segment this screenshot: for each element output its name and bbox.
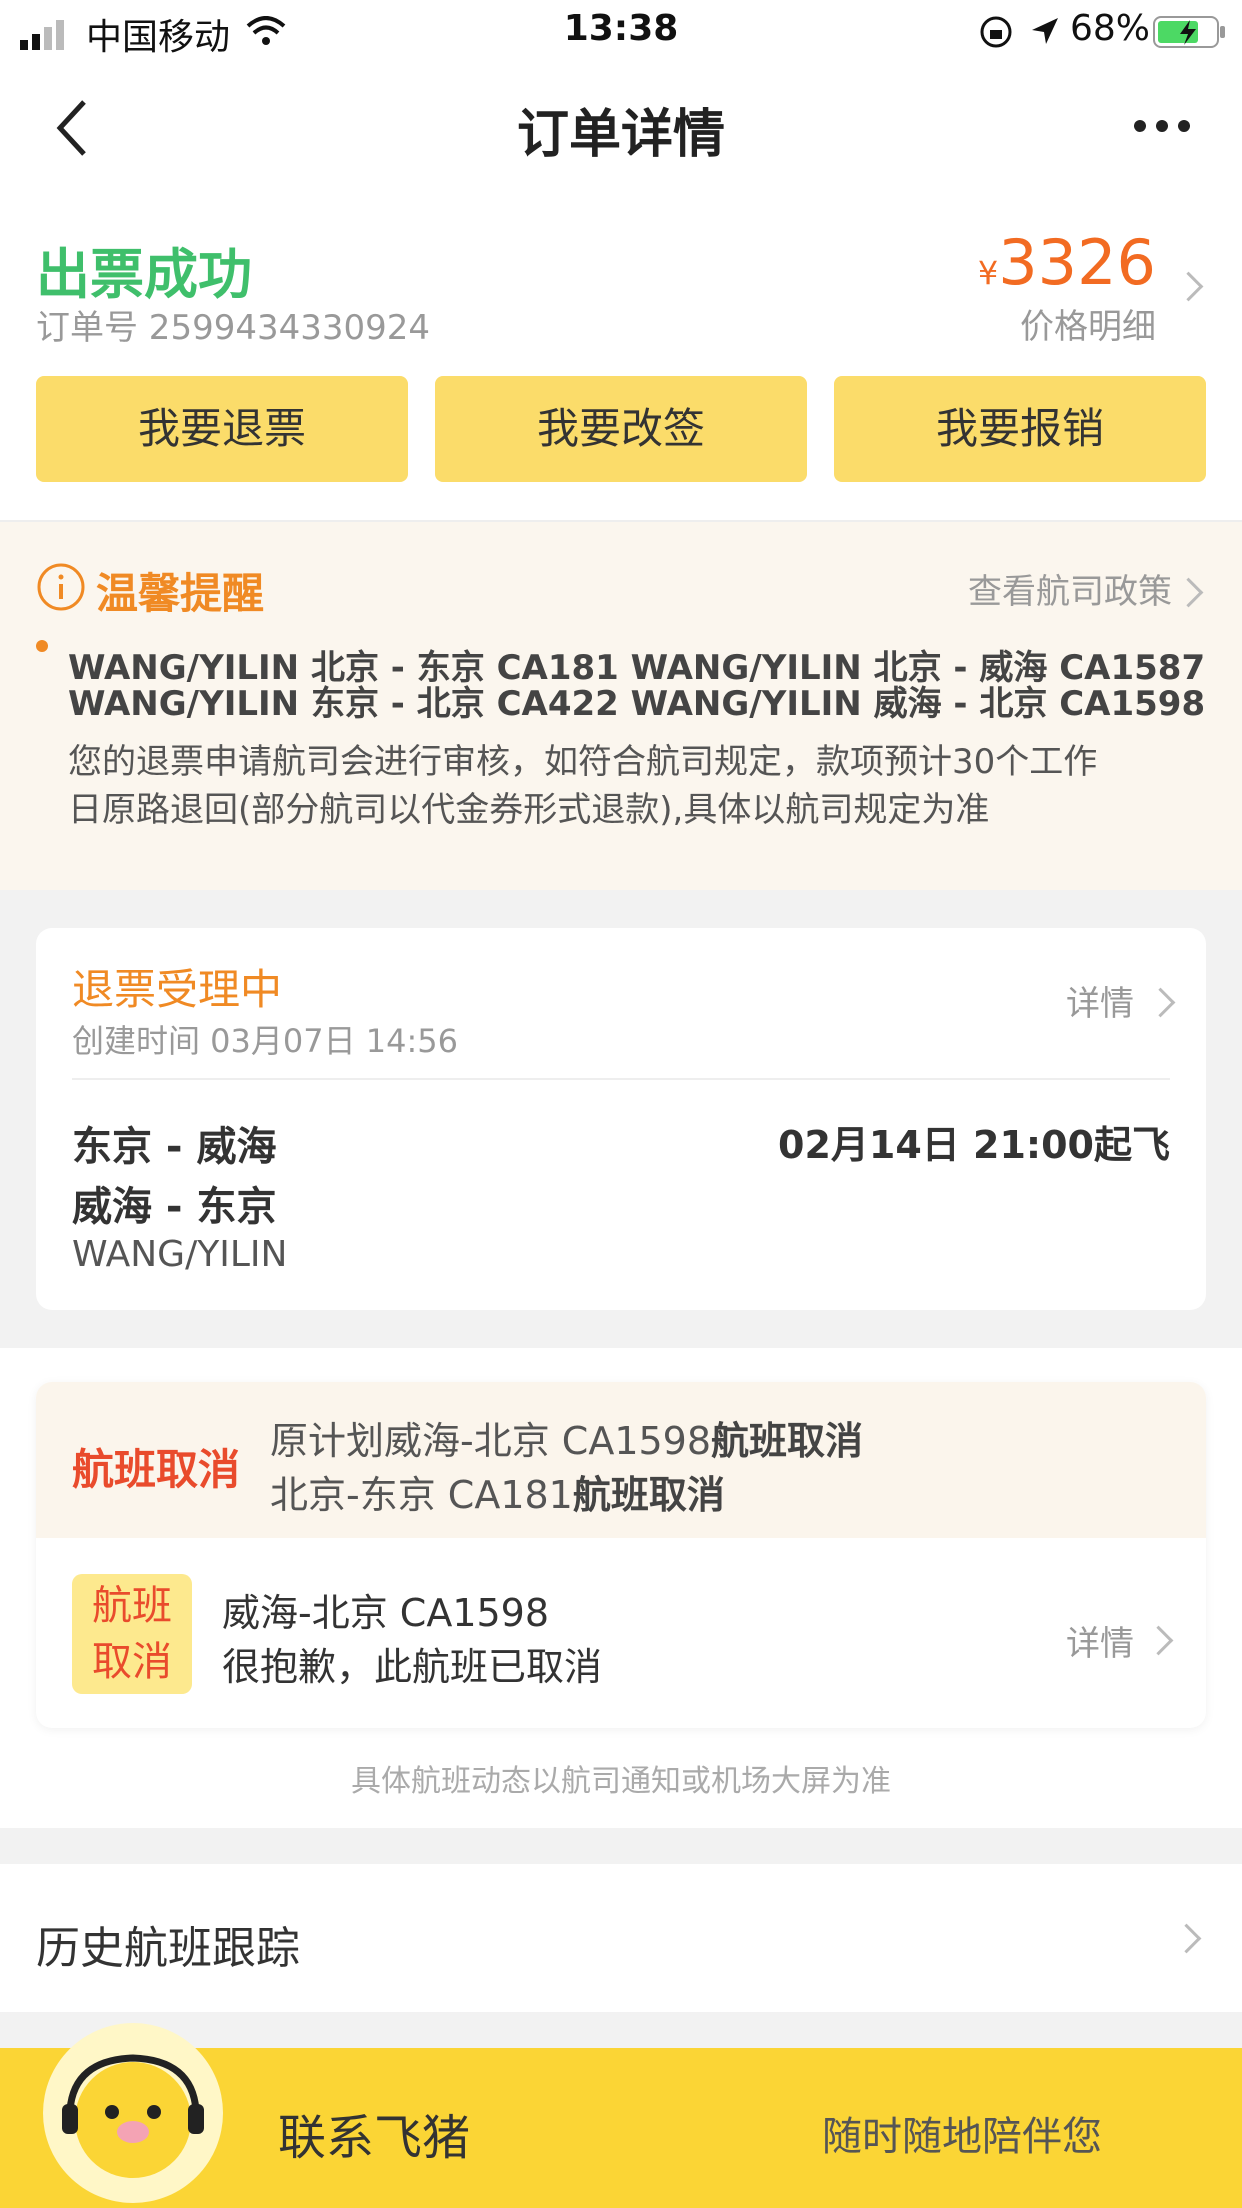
chevron-right-icon	[1145, 987, 1176, 1018]
order-price: 3326	[998, 226, 1156, 299]
info-icon	[37, 563, 85, 611]
contact-slogan: 随时随地陪伴您	[822, 2114, 1102, 2160]
badge-line: 取消	[92, 1639, 172, 1685]
cancel-line-text: 原计划威海-北京 CA1598	[270, 1419, 712, 1463]
history-label: 历史航班跟踪	[36, 1923, 300, 1974]
status-bar: 中国移动 13:38 68%	[0, 0, 1242, 62]
price-detail-link[interactable]: 价格明细	[978, 299, 1156, 348]
passenger-flight-line: WANG/YILIN 东京 - 北京 CA422 WANG/YILIN 威海 -…	[68, 684, 1206, 724]
chevron-right-icon	[1173, 577, 1204, 608]
flight-number: 威海-北京 CA1598	[222, 1591, 550, 1635]
refund-button[interactable]: 我要退票	[36, 376, 408, 482]
cancel-line-suffix: 航班取消	[572, 1473, 725, 1517]
chevron-right-icon	[1143, 1625, 1174, 1656]
more-icon[interactable]	[1132, 116, 1192, 136]
cancel-detail-link[interactable]: 详情	[1066, 1616, 1134, 1665]
passenger-name: WANG/YILIN	[72, 1234, 288, 1275]
nav-bar: 订单详情	[0, 62, 1242, 190]
cancel-label: 航班取消	[72, 1445, 241, 1494]
badge-line: 航班	[92, 1583, 172, 1629]
bullet-dot	[36, 640, 48, 652]
battery-charging-icon	[1153, 16, 1225, 48]
cancel-line-text: 北京-东京 CA181	[270, 1473, 573, 1517]
contact-bar[interactable]: 联系飞猪 随时随地陪伴您	[0, 2023, 1242, 2208]
page-title: 订单详情	[516, 105, 725, 165]
chevron-right-icon	[1173, 271, 1204, 302]
change-ticket-button[interactable]: 我要改签	[435, 376, 807, 482]
route-label: 东京 - 威海	[72, 1124, 277, 1170]
reminder-text: 日原路退回(部分航司以代金券形式退款),具体以航司规定为准	[68, 790, 990, 830]
currency-symbol: ¥	[977, 254, 999, 292]
refund-detail-link[interactable]: 详情	[1066, 976, 1134, 1025]
departure-time: 02月14日 21:00起飞	[778, 1123, 1170, 1167]
refund-card[interactable]: 退票受理中 创建时间 03月07日 14:56 详情 东京 - 威海 威海 - …	[36, 928, 1206, 1310]
cancel-line: 原计划威海-北京 CA1598航班取消	[270, 1410, 863, 1465]
cancel-badge: 航班 取消	[72, 1574, 192, 1694]
reminder-title: 温馨提醒	[96, 569, 265, 618]
flight-cancel-card[interactable]: 航班取消 原计划威海-北京 CA1598航班取消 北京-东京 CA181航班取消…	[36, 1382, 1206, 1728]
ticket-status: 出票成功	[36, 243, 252, 306]
reminder-text: 您的退票申请航司会进行审核，如符合航司规定，款项预计30个工作	[68, 742, 1098, 782]
battery-percentage: 68%	[1070, 8, 1151, 49]
mascot-avatar	[43, 2023, 223, 2203]
cancel-summary: 航班取消 原计划威海-北京 CA1598航班取消 北京-东京 CA181航班取消	[36, 1382, 1206, 1538]
chevron-right-icon	[1171, 1923, 1202, 1954]
airline-policy-link[interactable]: 查看航司政策	[968, 564, 1172, 613]
order-summary: 出票成功 订单号 2599434330924 ¥3326 价格明细 我要退票 我…	[0, 190, 1242, 522]
cancel-line: 北京-东京 CA181航班取消	[270, 1464, 725, 1519]
price-block[interactable]: ¥3326 价格明细	[978, 226, 1156, 348]
refund-status: 退票受理中	[72, 965, 283, 1014]
route-label: 威海 - 东京	[72, 1184, 277, 1230]
history-tracking-row[interactable]: 历史航班跟踪	[0, 1864, 1242, 2012]
cancel-message: 很抱歉，此航班已取消	[222, 1645, 603, 1689]
order-number: 订单号 2599434330924	[36, 308, 431, 348]
contact-label: 联系飞猪	[278, 2110, 471, 2166]
reminder-panel: 温馨提醒 查看航司政策 WANG/YILIN 北京 - 东京 CA181 WAN…	[0, 522, 1242, 890]
refund-created-time: 创建时间 03月07日 14:56	[72, 1022, 459, 1060]
flight-cancel-section: 航班取消 原计划威海-北京 CA1598航班取消 北京-东京 CA181航班取消…	[0, 1348, 1242, 1828]
reimburse-button[interactable]: 我要报销	[834, 376, 1206, 482]
location-arrow-icon	[1032, 18, 1058, 44]
rotation-lock-icon	[980, 16, 1012, 48]
footnote: 具体航班动态以航司通知或机场大屏为准	[351, 1764, 891, 1799]
divider	[72, 1078, 1170, 1080]
cancel-line-suffix: 航班取消	[711, 1419, 864, 1463]
